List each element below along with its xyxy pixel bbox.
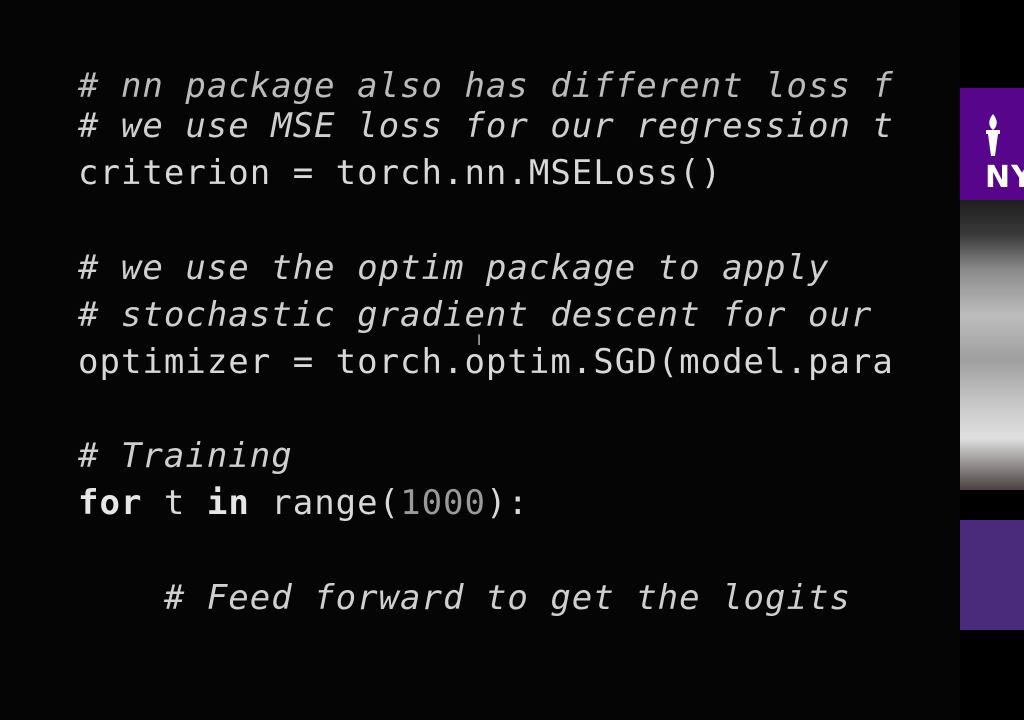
speaker-video — [960, 200, 1024, 490]
code-line-training-comment: # Training — [78, 436, 293, 476]
code-line-criterion: criterion = torch.nn.MSELoss() — [78, 153, 723, 193]
range-number: 1000 — [400, 483, 486, 523]
torch-icon — [986, 114, 1000, 156]
range-close: ): — [485, 483, 529, 523]
keyword-for: for — [78, 483, 143, 523]
video-sidebar: NY — [960, 0, 1024, 720]
text-cursor-icon: I — [477, 333, 482, 349]
code-line-optim-comment: # we use the optim package to apply — [78, 248, 830, 288]
code-line-for-loop: for t in range(1000): — [78, 483, 529, 523]
keyword-in: in — [206, 483, 250, 523]
code-editor: # nn package also has different loss f #… — [0, 0, 960, 720]
purple-banner — [960, 520, 1024, 630]
code-line-sgd-comment: # stochastic gradient descent for our — [78, 295, 873, 335]
range-call: range( — [249, 483, 401, 523]
nyu-logo-text: NY — [985, 160, 1024, 195]
code-line-optimizer: optimizer = torch.optim.SGD(model.para — [78, 342, 894, 382]
code-line-cut-comment: # nn package also has different loss f — [78, 66, 894, 106]
loop-variable: t — [142, 483, 207, 523]
code-line-feed-forward-comment: # Feed forward to get the logits — [78, 578, 851, 618]
code-line-loss-comment: # we use MSE loss for our regression t — [78, 106, 894, 146]
